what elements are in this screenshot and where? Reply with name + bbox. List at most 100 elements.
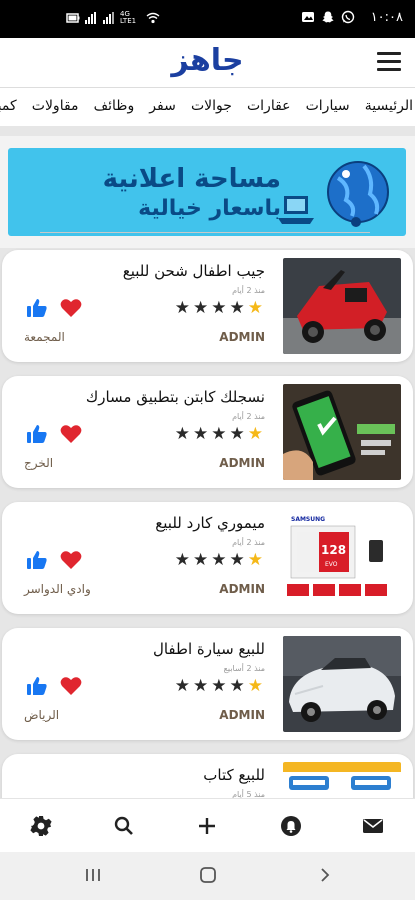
star-icon: ★ [211, 550, 227, 570]
globe-icon [327, 161, 389, 227]
thumbs-up-icon[interactable] [26, 550, 48, 570]
listing-title[interactable]: ميموري كارد للبيع [155, 514, 265, 532]
listing-author[interactable]: ADMIN [219, 330, 265, 344]
listing-card[interactable]: نسجلك كابتن بتطبيق مسارك منذ 2 أيام ★ ★ … [2, 376, 413, 488]
listing-date: منذ 2 أيام [232, 412, 265, 421]
recent-apps-icon[interactable] [84, 866, 102, 884]
listing-actions [26, 550, 82, 570]
listing-title[interactable]: للبيع سيارة اطفال [153, 640, 265, 658]
back-chevron-icon[interactable] [316, 866, 334, 884]
listing-thumbnail-kids-jeep [283, 258, 401, 354]
signal-icon [85, 12, 96, 24]
menu-icon-bar [377, 60, 401, 63]
thumbs-up-icon[interactable] [26, 424, 48, 444]
star-icon: ★ [193, 424, 209, 444]
menu-icon-bar [377, 68, 401, 71]
category-jobs[interactable]: وظائف [94, 88, 135, 124]
gallery-icon [302, 12, 314, 22]
status-icons-left: 4G LTE1 [66, 11, 160, 25]
listing-card[interactable]: SAMSUNG 128 EVO ميموري كارد للبيع منذ 2 … [2, 502, 413, 614]
status-icons-right [301, 10, 355, 24]
listing-actions [26, 676, 82, 696]
system-navigation-bar [0, 852, 415, 900]
listing-location: وادي الدواسر [24, 582, 91, 596]
star-icon: ★ [174, 550, 190, 570]
listing-title[interactable]: نسجلك كابتن بتطبيق مسارك [86, 388, 265, 406]
rating-stars: ★ ★ ★ ★ ★ [175, 678, 263, 695]
status-time: ١٠:٠٨ [370, 10, 403, 25]
thumbs-up-icon[interactable] [26, 676, 48, 696]
listing-actions [26, 424, 82, 444]
menu-button[interactable] [377, 52, 401, 72]
listing-thumbnail-memory-card: SAMSUNG 128 EVO [283, 510, 401, 606]
snapchat-icon [322, 11, 334, 23]
listing-date: منذ 2 أيام [232, 538, 265, 547]
listing-author[interactable]: ADMIN [219, 708, 265, 722]
home-icon[interactable] [199, 866, 217, 884]
listing-date: منذ 2 أيام [232, 286, 265, 295]
app-logo[interactable]: جاهز [171, 43, 243, 78]
wifi-icon [146, 12, 160, 24]
listing-card[interactable]: للبيع كتاب منذ 5 أيام [2, 754, 413, 798]
thumb-tag-text: EVO [325, 561, 338, 568]
category-contracting[interactable]: مقاولات [32, 88, 79, 124]
star-icon: ★ [247, 550, 263, 570]
bottom-navigation [0, 798, 415, 852]
listing-author[interactable]: ADMIN [219, 456, 265, 470]
thumbs-up-icon[interactable] [26, 298, 48, 318]
category-cars[interactable]: سيارات [306, 88, 350, 124]
listing-thumbnail-book [283, 762, 401, 798]
listing-card[interactable]: جيب اطفال شحن للبيع منذ 2 أيام ★ ★ ★ ★ ★… [2, 250, 413, 362]
star-icon: ★ [193, 676, 209, 696]
listing-title[interactable]: جيب اطفال شحن للبيع [123, 262, 265, 280]
ad-banner[interactable]: مساحة اعلانية باسعار خيالية [8, 148, 406, 236]
star-icon: ★ [193, 550, 209, 570]
add-listing-icon[interactable] [195, 814, 219, 838]
rating-stars: ★ ★ ★ ★ ★ [175, 552, 263, 569]
thumb-brand-text: SAMSUNG [291, 516, 325, 523]
listing-title[interactable]: للبيع كتاب [203, 766, 265, 784]
listing-actions [26, 298, 82, 318]
section-divider [40, 232, 370, 233]
listing-date: منذ 5 أيام [232, 790, 265, 798]
laptop-icon [278, 196, 314, 224]
heart-icon[interactable] [60, 550, 82, 570]
star-icon: ★ [174, 676, 190, 696]
category-travel[interactable]: سفر [149, 88, 176, 124]
category-mobiles[interactable]: جوالات [191, 88, 232, 124]
listing-author[interactable]: ADMIN [219, 582, 265, 596]
notification-bell-icon[interactable] [279, 814, 303, 838]
category-computers[interactable]: كمبيوتر [0, 88, 17, 124]
signal-icon-2 [103, 12, 114, 24]
gear-icon[interactable] [29, 814, 53, 838]
star-icon: ★ [247, 424, 263, 444]
search-icon[interactable] [112, 814, 136, 838]
category-real-estate[interactable]: عقارات [247, 88, 291, 124]
network-type-label: 4G LTE1 [120, 10, 137, 25]
listing-thumbnail-kids-car [283, 636, 401, 732]
star-icon: ★ [193, 298, 209, 318]
listing-location: الرياض [24, 708, 60, 722]
star-icon: ★ [247, 676, 263, 696]
star-icon: ★ [229, 550, 245, 570]
heart-icon[interactable] [60, 424, 82, 444]
main-content[interactable]: مساحة اعلانية باسعار خيالية جيب اطفال شح… [0, 126, 415, 798]
star-icon: ★ [247, 298, 263, 318]
star-icon: ★ [229, 676, 245, 696]
heart-icon[interactable] [60, 676, 82, 696]
listing-card[interactable]: للبيع سيارة اطفال منذ 2 أسابيع ★ ★ ★ ★ ★… [2, 628, 413, 740]
category-home[interactable]: الرئيسية [365, 88, 413, 124]
star-icon: ★ [211, 298, 227, 318]
menu-icon-bar [377, 52, 401, 55]
heart-icon[interactable] [60, 298, 82, 318]
star-icon: ★ [229, 298, 245, 318]
listing-location: الخرج [24, 456, 54, 470]
rating-stars: ★ ★ ★ ★ ★ [175, 426, 263, 443]
mail-icon[interactable] [361, 814, 385, 838]
listing-date: منذ 2 أسابيع [223, 664, 265, 673]
listing-thumbnail-app-phone [283, 384, 401, 480]
app-header: جاهز [0, 38, 415, 88]
star-icon: ★ [174, 298, 190, 318]
category-nav: الرئيسية سيارات عقارات جوالات سفر وظائف … [0, 88, 415, 126]
star-icon: ★ [211, 424, 227, 444]
